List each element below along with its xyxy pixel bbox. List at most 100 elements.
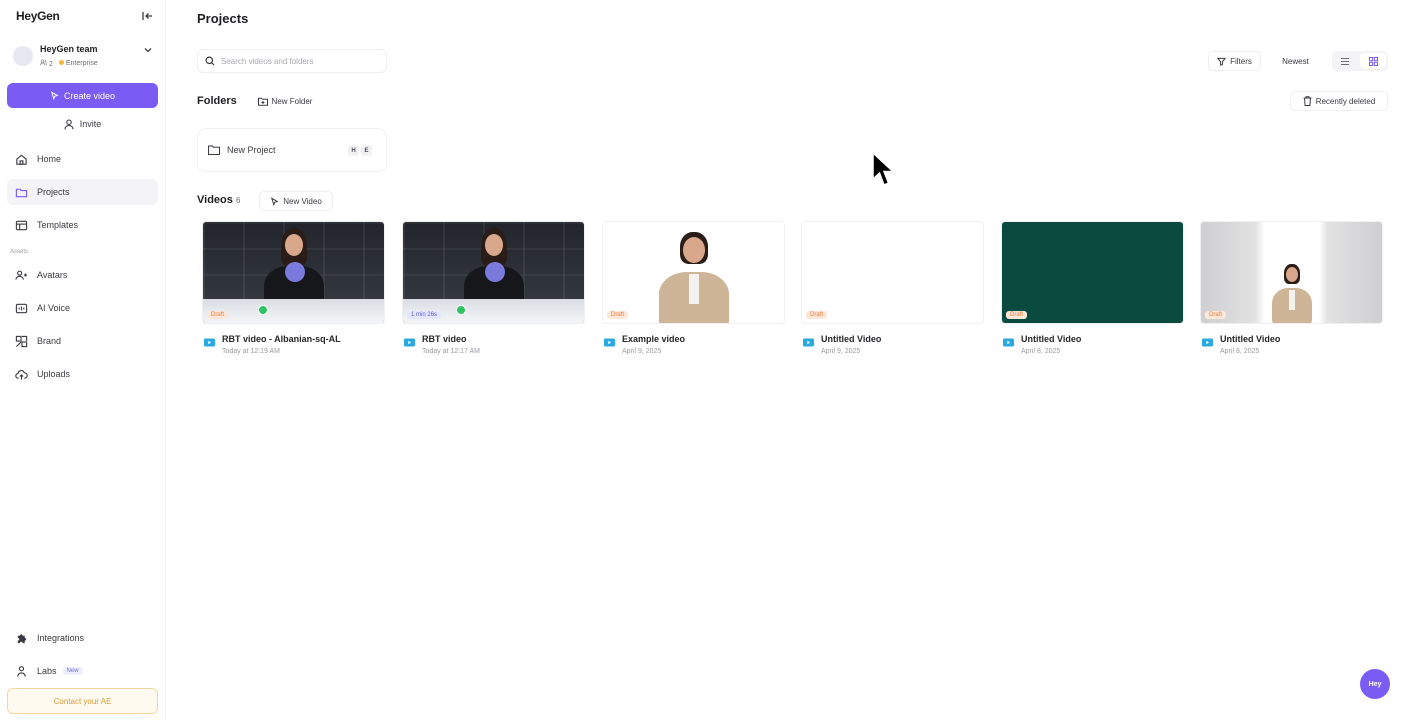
video-date: April 9, 2025	[622, 348, 662, 355]
new-video-button[interactable]: New Video	[259, 191, 333, 211]
sidebar-item-avatars[interactable]: Avatars	[7, 262, 158, 288]
sidebar-item-templates[interactable]: Templates	[7, 212, 158, 238]
video-meta: Untitled Video April 8, 2025	[1200, 330, 1383, 360]
new-folder-button[interactable]: New Folder	[248, 91, 322, 111]
grid-view-button[interactable]	[1360, 53, 1386, 69]
search-input[interactable]	[221, 56, 371, 66]
search-icon	[205, 56, 215, 66]
sidebar-item-label: Integrations	[37, 633, 85, 643]
sort-label: Newest	[1282, 56, 1309, 66]
video-card[interactable]: Draft RBT video - Albanian-sq-AL Today a…	[202, 221, 385, 360]
video-card[interactable]: Draft Example video April 9, 2025	[602, 221, 785, 360]
video-date: April 9, 2025	[821, 348, 861, 355]
assets-section-label: Assets	[10, 249, 29, 255]
labs-icon	[17, 665, 26, 677]
status-badge: Draft	[207, 311, 229, 319]
chevron-down-icon	[144, 48, 152, 53]
videos-title: Videos	[197, 194, 233, 206]
video-meta: Untitled Video April 8, 2025	[1001, 330, 1184, 360]
video-card[interactable]: Draft Untitled Video April 8, 2025	[1200, 221, 1383, 360]
sidebar-item-label: AI Voice	[37, 303, 71, 313]
view-toggle	[1332, 51, 1388, 71]
sidebar-item-label: Home	[37, 154, 62, 164]
video-title[interactable]: RBT video - Albanian-sq-AL	[222, 334, 341, 344]
app-logo[interactable]: HeyGen	[16, 9, 60, 23]
team-name: HeyGen team	[40, 44, 98, 54]
video-camera-icon	[604, 338, 615, 347]
check-icon	[258, 305, 268, 315]
video-camera-icon	[1202, 338, 1213, 347]
brand-icon	[15, 335, 28, 347]
video-title[interactable]: Untitled Video	[1021, 334, 1081, 344]
sidebar-item-label: Brand	[37, 336, 62, 346]
video-thumbnail[interactable]: Draft	[202, 221, 385, 324]
collapse-sidebar-icon[interactable]	[140, 9, 154, 23]
sidebar-item-integrations[interactable]: Integrations	[7, 625, 158, 651]
sidebar-item-projects[interactable]: Projects	[7, 179, 158, 205]
members-count: 2	[40, 59, 53, 68]
assistant-button[interactable]: Hey	[1360, 669, 1390, 699]
plan-label: Enterprise	[65, 60, 98, 67]
folder-name: New Project	[227, 145, 276, 155]
sidebar-item-ai-voice[interactable]: AI Voice	[7, 295, 158, 321]
video-camera-icon	[204, 338, 215, 347]
member-initial: H	[348, 145, 359, 156]
plan-badge: Enterprise	[58, 60, 98, 67]
video-meta: RBT video - Albanian-sq-AL Today at 12:1…	[202, 330, 385, 360]
video-card[interactable]: 1 min 26s RBT video Today at 12:17 AM	[402, 221, 585, 360]
video-thumbnail[interactable]: 1 min 26s	[402, 221, 585, 324]
video-meta: RBT video Today at 12:17 AM	[402, 330, 585, 360]
sidebar: HeyGen HeyGen team 2 Enterprise Create v…	[0, 0, 166, 720]
video-card[interactable]: Draft Untitled Video April 8, 2025	[1001, 221, 1184, 360]
list-view-button[interactable]	[1332, 51, 1358, 71]
recently-deleted-button[interactable]: Recently deleted	[1290, 91, 1388, 111]
video-card[interactable]: Draft Untitled Video April 9, 2025	[801, 221, 984, 360]
user-icon	[64, 118, 74, 129]
video-meta: Example video April 9, 2025	[602, 330, 785, 360]
team-switcher[interactable]: HeyGen team 2 Enterprise	[10, 40, 158, 74]
video-thumbnail[interactable]: Draft	[1200, 221, 1383, 324]
create-video-label: Create video	[63, 90, 116, 101]
recently-deleted-label: Recently deleted	[1315, 96, 1376, 106]
video-camera-icon	[1003, 338, 1014, 347]
plan-dot-icon	[58, 60, 64, 65]
video-title[interactable]: Example video	[622, 334, 685, 344]
video-thumbnail[interactable]: Draft	[1001, 221, 1184, 324]
invite-button[interactable]: Invite	[7, 114, 158, 134]
folders-title: Folders	[197, 95, 237, 107]
team-avatar	[13, 46, 33, 66]
sidebar-item-labs[interactable]: Labs New	[7, 658, 158, 684]
video-date: Today at 12:17 AM	[422, 348, 480, 355]
filter-icon	[1217, 57, 1227, 66]
video-thumbnail[interactable]: Draft	[801, 221, 984, 324]
sidebar-item-home[interactable]: Home	[7, 146, 158, 172]
create-video-button[interactable]: Create video	[7, 83, 158, 108]
folder-icon	[15, 188, 28, 197]
page-title: Projects	[197, 11, 249, 26]
video-thumbnail[interactable]: Draft	[602, 221, 785, 324]
avatars-icon	[15, 270, 28, 280]
video-title[interactable]: Untitled Video	[821, 334, 881, 344]
users-icon	[40, 59, 47, 66]
blur-overlay	[485, 262, 505, 282]
sidebar-item-uploads[interactable]: Uploads	[7, 361, 158, 387]
video-title[interactable]: Untitled Video	[1220, 334, 1280, 344]
video-date: April 8, 2025	[1021, 348, 1061, 355]
folder-card[interactable]: New Project H E	[197, 128, 387, 172]
sidebar-item-brand[interactable]: Brand	[7, 328, 158, 354]
trash-icon	[1303, 96, 1312, 106]
sort-dropdown[interactable]: Newest	[1268, 51, 1323, 71]
sidebar-item-label: Projects	[37, 187, 70, 197]
status-badge: Draft	[806, 311, 828, 319]
search-box[interactable]	[197, 49, 387, 73]
templates-icon	[15, 220, 28, 230]
new-folder-label: New Folder	[271, 96, 313, 106]
pointer-icon	[50, 91, 59, 100]
filters-button[interactable]: Filters	[1208, 51, 1261, 71]
cloud-upload-icon	[15, 369, 28, 380]
status-badge: Draft	[1006, 311, 1028, 319]
video-date: Today at 12:19 AM	[222, 348, 280, 355]
contact-ae-button[interactable]: Contact your AE	[7, 688, 158, 714]
check-icon	[456, 305, 466, 315]
video-title[interactable]: RBT video	[422, 334, 467, 344]
